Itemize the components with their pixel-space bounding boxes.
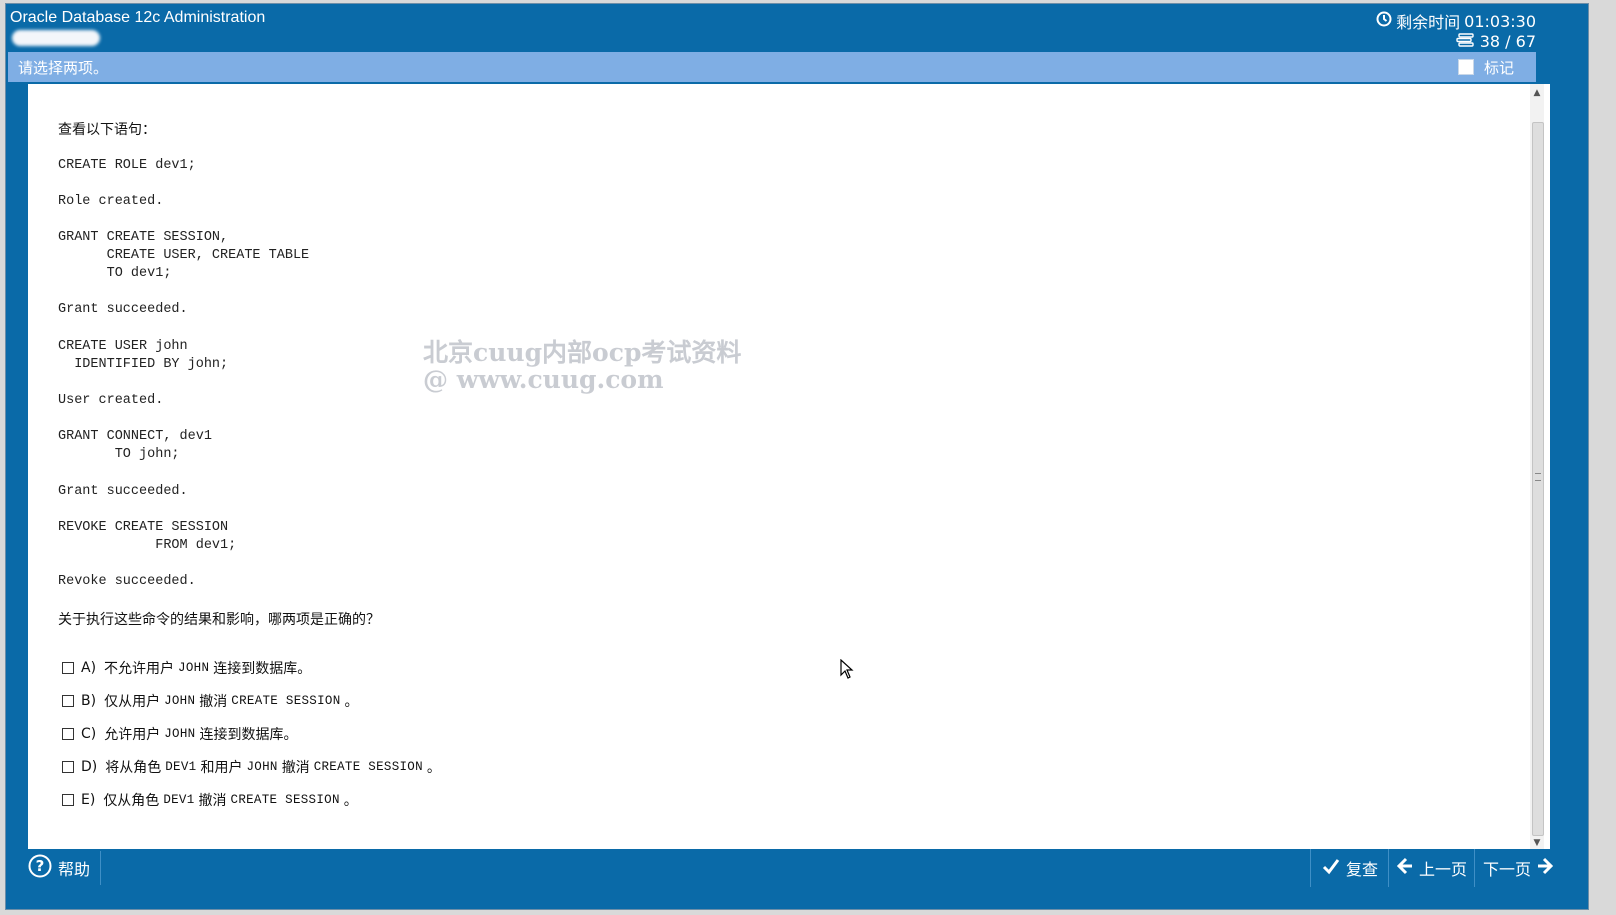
option-c[interactable]: C) 允许用户 JOHN 连接到数据库。 [62,724,297,744]
help-icon: ? [28,854,52,882]
watermark: 北京cuug内部ocp考试资料 @ www.cuug.com [423,338,742,394]
previous-label: 上一页 [1419,860,1468,879]
code-block: User created. [58,393,164,408]
candidate-name-redacted [12,30,100,46]
question-intro: 查看以下语句： [58,122,156,138]
exam-window: Oracle Database 12c Administration 剩余时间 … [6,4,1588,909]
scroll-down-arrow-icon[interactable]: ▼ [1530,836,1544,850]
code-block: Grant succeeded. [58,484,188,499]
review-button[interactable]: 复查 [1322,851,1378,885]
code-block: CREATE ROLE dev1; [58,158,196,173]
option-checkbox[interactable] [62,761,74,773]
review-label: 复查 [1346,860,1379,879]
option-checkbox[interactable] [62,728,74,740]
arrow-right-icon [1537,857,1554,879]
timer-value: 01:03:30 [1464,11,1536,31]
question-panel: 查看以下语句： CREATE ROLE dev1; Role created. … [16,84,1550,850]
option-checkbox[interactable] [62,662,74,674]
code-block: Role created. [58,194,164,209]
progress-count: 38 / 67 [1479,32,1536,51]
previous-button[interactable]: 上一页 [1396,851,1468,885]
question-prompt: 关于执行这些命令的结果和影响，哪两项是正确的？ [58,612,380,628]
time-remaining: 剩余时间 01:03:30 [1376,9,1536,33]
timer-label: 剩余时间 [1396,13,1461,32]
option-d[interactable]: D) 将从角色 DEV1 和用户 JOHN 撤消 CREATE SESSION … [62,757,441,777]
mark-checkbox[interactable] [1458,59,1474,75]
scroll-up-arrow-icon[interactable]: ▲ [1530,86,1544,100]
divider [1388,849,1389,887]
svg-text:?: ? [36,857,45,875]
vertical-scrollbar[interactable]: ▲ ▼ [1530,84,1544,850]
question-progress: 38 / 67 [1456,32,1536,51]
help-label: 帮助 [58,860,91,879]
divider [1310,849,1311,887]
navigation-bar: ? 帮助 复查 上一页 下一页 [6,849,1588,887]
code-block: Grant succeeded. [58,302,188,317]
option-a[interactable]: A) 不允许用户 JOHN 连接到数据库。 [62,658,311,678]
divider [1474,849,1475,887]
mouse-cursor-icon [840,658,854,683]
option-checkbox[interactable] [62,794,74,806]
checkmark-icon [1322,857,1340,879]
help-button[interactable]: ? 帮助 [28,851,102,885]
code-block: GRANT CREATE SESSION, CREATE USER, CREAT… [58,230,310,281]
mark-label[interactable]: 标记 [1484,57,1514,78]
arrow-left-icon [1396,857,1413,879]
question-list-icon [1456,32,1474,51]
code-block: GRANT CONNECT, dev1 TO john; [58,429,212,462]
code-block: CREATE USER john IDENTIFIED BY john; [58,339,229,372]
instruction-text: 请选择两项。 [18,59,109,77]
option-e[interactable]: E) 仅从角色 DEV1 撤消 CREATE SESSION 。 [62,790,358,810]
option-b[interactable]: B) 仅从用户 JOHN 撤消 CREATE SESSION 。 [62,691,359,711]
next-label: 下一页 [1483,860,1532,879]
scrollbar-grip [1535,473,1541,481]
instruction-bar: 请选择两项。 标记 [8,52,1536,82]
option-checkbox[interactable] [62,695,74,707]
clock-icon [1376,11,1392,31]
app-title: Oracle Database 12c Administration [10,9,266,26]
scrollbar-thumb[interactable] [1532,122,1544,836]
question-content: 查看以下语句： CREATE ROLE dev1; Role created. … [58,84,1528,850]
code-block: REVOKE CREATE SESSION FROM dev1; [58,520,237,553]
code-block: Revoke succeeded. [58,574,196,589]
next-button[interactable]: 下一页 [1483,851,1554,885]
